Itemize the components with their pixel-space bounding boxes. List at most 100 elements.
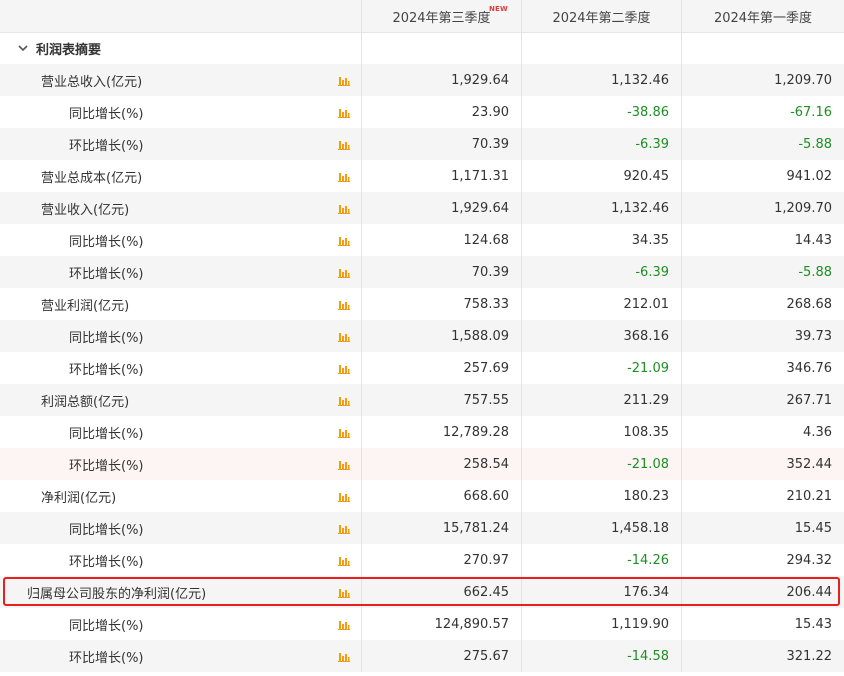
bar-chart-icon[interactable]	[338, 619, 350, 630]
table-row[interactable]: 营业总收入(亿元) 1,929.64 1,132.46 1,209.70	[0, 64, 844, 96]
table-row[interactable]: 同比增长(%) 1,588.09 368.16 39.73	[0, 320, 844, 352]
bar-chart-icon[interactable]	[338, 75, 350, 86]
value-cell: 1,929.64	[362, 64, 522, 96]
value-cell: 270.97	[362, 544, 522, 576]
cell-value: 15,781.24	[442, 520, 509, 536]
value-cell: 758.33	[362, 288, 522, 320]
row-label-cell: 同比增长(%)	[0, 416, 362, 448]
value-cell: 39.73	[682, 320, 844, 352]
cell-value: 15.45	[794, 520, 832, 536]
value-cell: 15.43	[682, 608, 844, 640]
table-row[interactable]: 环比增长(%) 275.67 -14.58 321.22	[0, 640, 844, 672]
cell-value: -5.88	[798, 136, 832, 152]
row-label-cell: 同比增长(%)	[0, 224, 362, 256]
value-cell: 1,132.46	[522, 192, 682, 224]
value-cell: 321.22	[682, 640, 844, 672]
cell-value: 180.23	[623, 488, 670, 504]
bar-chart-icon[interactable]	[338, 235, 350, 246]
table-row[interactable]: 营业收入(亿元) 1,929.64 1,132.46 1,209.70	[0, 192, 844, 224]
bar-chart-icon[interactable]	[338, 139, 350, 150]
column-header-q3[interactable]: 2024年第三季度 NEW	[362, 0, 522, 32]
row-label: 环比增长(%)	[69, 554, 144, 570]
row-label: 利润总额(亿元)	[41, 394, 130, 410]
cell-value: 1,209.70	[774, 72, 832, 88]
row-label-cell: 环比增长(%)	[0, 128, 362, 160]
table-row[interactable]: 同比增长(%) 124.68 34.35 14.43	[0, 224, 844, 256]
cell-value: 757.55	[463, 392, 510, 408]
value-cell: 294.32	[682, 544, 844, 576]
section-empty-cell	[522, 33, 682, 64]
section-label-cell[interactable]: 利润表摘要	[0, 33, 362, 64]
value-cell: -67.16	[682, 96, 844, 128]
column-header-q1[interactable]: 2024年第一季度	[682, 0, 844, 32]
cell-value: 34.35	[631, 232, 669, 248]
bar-chart-icon[interactable]	[338, 587, 350, 598]
bar-chart-icon[interactable]	[338, 107, 350, 118]
bar-chart-icon[interactable]	[338, 267, 350, 278]
cell-value: 124.68	[463, 232, 510, 248]
table-row[interactable]: 同比增长(%) 124,890.57 1,119.90 15.43	[0, 608, 844, 640]
cell-value: 257.69	[463, 360, 510, 376]
bar-chart-icon[interactable]	[338, 331, 350, 342]
table-row[interactable]: 环比增长(%) 70.39 -6.39 -5.88	[0, 256, 844, 288]
value-cell: 34.35	[522, 224, 682, 256]
bar-chart-icon[interactable]	[338, 523, 350, 534]
cell-value: 1,458.18	[611, 520, 669, 536]
cell-value: 1,119.90	[611, 616, 669, 632]
bar-chart-icon[interactable]	[338, 427, 350, 438]
cell-value: 294.32	[786, 552, 833, 568]
row-label-cell: 归属母公司股东的净利润(亿元)	[0, 576, 362, 608]
row-label-cell: 环比增长(%)	[0, 544, 362, 576]
table-row[interactable]: 同比增长(%) 15,781.24 1,458.18 15.45	[0, 512, 844, 544]
cell-value: 1,171.31	[451, 168, 509, 184]
value-cell: 70.39	[362, 256, 522, 288]
cell-value: -67.16	[790, 104, 832, 120]
table-row[interactable]: 同比增长(%) 23.90 -38.86 -67.16	[0, 96, 844, 128]
chevron-down-icon[interactable]	[17, 42, 29, 54]
cell-value: 39.73	[794, 328, 832, 344]
bar-chart-icon[interactable]	[338, 459, 350, 470]
bar-chart-icon[interactable]	[338, 491, 350, 502]
section-row-income-summary[interactable]: 利润表摘要	[0, 33, 844, 64]
bar-chart-icon[interactable]	[338, 651, 350, 662]
row-label: 环比增长(%)	[69, 362, 144, 378]
value-cell: 124,890.57	[362, 608, 522, 640]
row-label: 同比增长(%)	[69, 106, 144, 122]
bar-chart-icon[interactable]	[338, 299, 350, 310]
table-row[interactable]: 环比增长(%) 258.54 -21.08 352.44	[0, 448, 844, 480]
cell-value: 1,929.64	[451, 200, 509, 216]
table-row[interactable]: 环比增长(%) 270.97 -14.26 294.32	[0, 544, 844, 576]
bar-chart-icon[interactable]	[338, 363, 350, 374]
bar-chart-icon[interactable]	[338, 555, 350, 566]
row-label: 同比增长(%)	[69, 426, 144, 442]
value-cell: 668.60	[362, 480, 522, 512]
value-cell: 257.69	[362, 352, 522, 384]
row-label: 环比增长(%)	[69, 138, 144, 154]
table-row[interactable]: 环比增长(%) 257.69 -21.09 346.76	[0, 352, 844, 384]
new-badge: NEW	[489, 5, 508, 13]
table-row[interactable]: 同比增长(%) 12,789.28 108.35 4.36	[0, 416, 844, 448]
cell-value: 14.43	[794, 232, 832, 248]
row-label: 环比增长(%)	[69, 266, 144, 282]
row-label: 环比增长(%)	[69, 458, 144, 474]
table-row-highlighted[interactable]: 归属母公司股东的净利润(亿元) 662.45 176.34 206.44	[0, 576, 844, 608]
table-row[interactable]: 净利润(亿元) 668.60 180.23 210.21	[0, 480, 844, 512]
table-row[interactable]: 营业利润(亿元) 758.33 212.01 268.68	[0, 288, 844, 320]
cell-value: 70.39	[471, 264, 509, 280]
bar-chart-icon[interactable]	[338, 203, 350, 214]
table-row[interactable]: 环比增长(%) 70.39 -6.39 -5.88	[0, 128, 844, 160]
cell-value: 758.33	[463, 296, 510, 312]
bar-chart-icon[interactable]	[338, 395, 350, 406]
row-label: 同比增长(%)	[69, 522, 144, 538]
value-cell: 941.02	[682, 160, 844, 192]
value-cell: -38.86	[522, 96, 682, 128]
value-cell: 1,132.46	[522, 64, 682, 96]
table-row[interactable]: 营业总成本(亿元) 1,171.31 920.45 941.02	[0, 160, 844, 192]
column-header-q2[interactable]: 2024年第二季度	[522, 0, 682, 32]
value-cell: -6.39	[522, 256, 682, 288]
value-cell: -5.88	[682, 128, 844, 160]
value-cell: -21.09	[522, 352, 682, 384]
value-cell: 1,119.90	[522, 608, 682, 640]
table-row[interactable]: 利润总额(亿元) 757.55 211.29 267.71	[0, 384, 844, 416]
bar-chart-icon[interactable]	[338, 171, 350, 182]
